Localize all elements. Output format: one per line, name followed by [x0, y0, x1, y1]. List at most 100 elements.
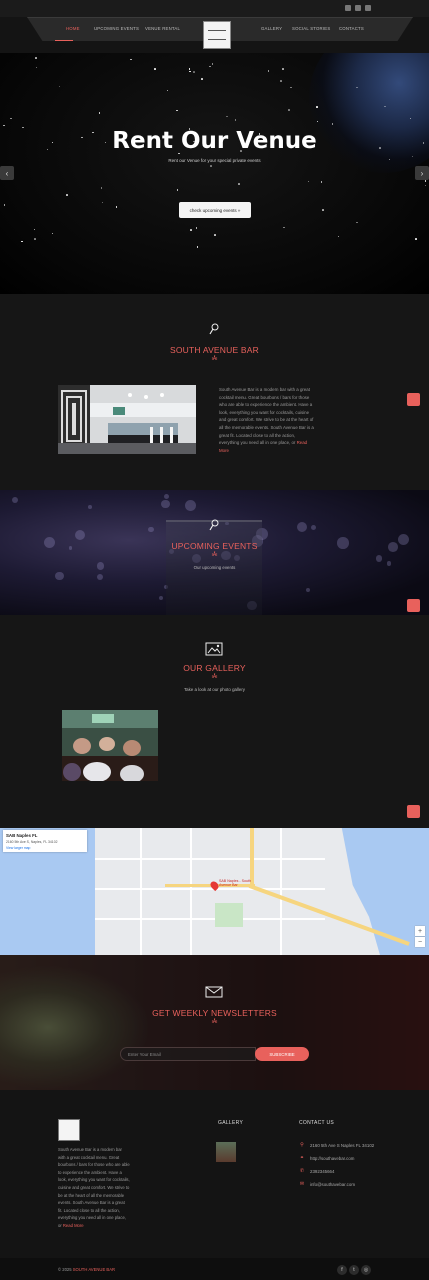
hero-star — [424, 184, 427, 187]
bar-section-divider: ıÅı — [211, 356, 218, 362]
hero-title: Rent Our Venue — [112, 128, 317, 154]
hero-star — [176, 189, 179, 191]
bokeh-light — [11, 496, 18, 503]
hero-star — [210, 165, 212, 167]
hero-star — [130, 58, 132, 61]
map-place-address: 2160 5th Ave S, Naples, FL 34102 — [6, 840, 58, 844]
bar-section-title: SOUTH AVENUE BAR — [169, 345, 259, 355]
phone-icon: ✆ — [299, 1168, 305, 1174]
slider-prev-button[interactable]: ‹ — [0, 166, 14, 180]
nav-contacts[interactable]: CONTACTS — [339, 26, 364, 31]
hero-star — [288, 109, 290, 111]
events-section-divider: ıÅı — [211, 552, 218, 558]
contact-website-text[interactable]: http://southavebar.com — [310, 1156, 354, 1161]
contact-email[interactable]: ✉ info@southavebar.com — [299, 1181, 355, 1187]
hero-flower-image — [309, 53, 429, 173]
hero-star — [66, 194, 68, 196]
view-larger-map-link[interactable]: View larger map — [6, 846, 84, 850]
contact-phone[interactable]: ✆ 2392345664 — [299, 1168, 335, 1174]
hero-star — [3, 204, 6, 206]
hero-star — [190, 229, 192, 231]
bokeh-light — [163, 493, 169, 499]
gallery-section-divider: ıÅı — [211, 674, 218, 680]
instagram-icon[interactable]: ◎ — [361, 1265, 371, 1275]
hero-star — [214, 234, 216, 236]
newsletter-divider: ıÅı — [211, 1019, 218, 1025]
events-section-title: UPCOMING EVENTS — [171, 541, 258, 551]
bokeh-light — [74, 529, 86, 541]
twitter-icon[interactable] — [365, 5, 371, 11]
footer-contact-heading: CONTACT US — [299, 1120, 335, 1126]
nav-social-stories[interactable]: SOCIAL STORIES — [292, 26, 330, 31]
footer-read-more-link[interactable]: Read More — [63, 1223, 84, 1228]
map-water-bay — [341, 828, 429, 955]
hero-star — [176, 109, 178, 112]
hero-star — [189, 70, 191, 73]
nav-upcoming-events[interactable]: UPCOMING EVENTS — [94, 26, 139, 31]
hero-star — [98, 112, 101, 114]
bokeh-light — [158, 596, 163, 601]
hero-star — [337, 235, 340, 238]
nav-gallery[interactable]: GALLERY — [261, 26, 282, 31]
scroll-top-button[interactable] — [407, 393, 420, 406]
scroll-top-button[interactable] — [407, 599, 420, 612]
scroll-top-button[interactable] — [407, 805, 420, 818]
check-events-button[interactable]: check upcoming events » — [179, 202, 251, 218]
hero-star — [307, 180, 310, 183]
hero-star — [35, 57, 37, 59]
contact-website[interactable]: ⚭ http://southavebar.com — [299, 1155, 355, 1161]
link-icon: ⚭ — [299, 1155, 305, 1161]
hero-star — [195, 227, 198, 229]
hero-star — [234, 119, 237, 121]
facebook-icon[interactable]: f — [337, 1265, 347, 1275]
newsletter-email-input[interactable]: Enter Your Email — [120, 1047, 256, 1061]
bokeh-light — [297, 521, 308, 532]
map-street — [140, 828, 142, 955]
logo-mark — [208, 30, 226, 40]
hero-banner — [0, 53, 429, 294]
hero-star — [188, 68, 191, 70]
hero-star — [201, 78, 203, 80]
zoom-out-button[interactable]: − — [415, 937, 425, 947]
hero-star — [316, 106, 318, 108]
twitter-icon[interactable]: t — [349, 1265, 359, 1275]
contact-email-text[interactable]: info@southavebar.com — [310, 1182, 355, 1187]
hero-star — [211, 63, 214, 65]
footer-logo[interactable] — [58, 1119, 80, 1141]
gallery-photo[interactable] — [62, 710, 158, 781]
hero-star — [356, 221, 358, 224]
map-place-name: SAB Naples FL — [6, 833, 38, 838]
bokeh-light — [310, 525, 316, 531]
hero-star — [21, 240, 23, 243]
contact-phone-text[interactable]: 2392345664 — [310, 1169, 334, 1174]
facebook-icon[interactable] — [345, 5, 351, 11]
zoom-in-button[interactable]: + — [415, 926, 425, 936]
site-logo[interactable] — [203, 21, 231, 49]
copyright-text: © 2025 — [58, 1267, 73, 1272]
nav-venue-rental[interactable]: VENUE RENTAL — [145, 26, 180, 31]
hero-star — [320, 181, 323, 183]
map-street — [95, 858, 325, 860]
hero-star — [282, 68, 284, 70]
top-social-links — [345, 5, 371, 11]
slider-next-button[interactable]: › — [415, 166, 429, 180]
hero-subtitle: Rent our Venue for your special private … — [168, 158, 261, 163]
hero-star — [290, 86, 292, 89]
hero-star — [33, 228, 36, 231]
bokeh-light — [305, 587, 311, 592]
instagram-icon[interactable] — [355, 5, 361, 11]
hero-star — [154, 68, 156, 70]
hero-star — [193, 71, 195, 73]
subscribe-button[interactable]: SUBSCRIBE — [255, 1047, 309, 1061]
footer-about-text: South Avenue Bar is a modern bar with a … — [58, 1147, 130, 1228]
bar-interior-image — [58, 385, 196, 454]
hero-star — [209, 65, 211, 68]
hero-star — [100, 187, 103, 189]
bokeh-light — [148, 526, 154, 533]
hero-star — [115, 206, 118, 208]
footer-gallery-thumb[interactable] — [216, 1142, 236, 1162]
copyright: © 2025 SOUTH AVENUE BAR — [58, 1267, 115, 1272]
nav-home[interactable]: HOME — [66, 26, 80, 31]
bokeh-light — [55, 571, 64, 580]
copyright-brand-link[interactable]: SOUTH AVENUE BAR — [73, 1267, 115, 1272]
